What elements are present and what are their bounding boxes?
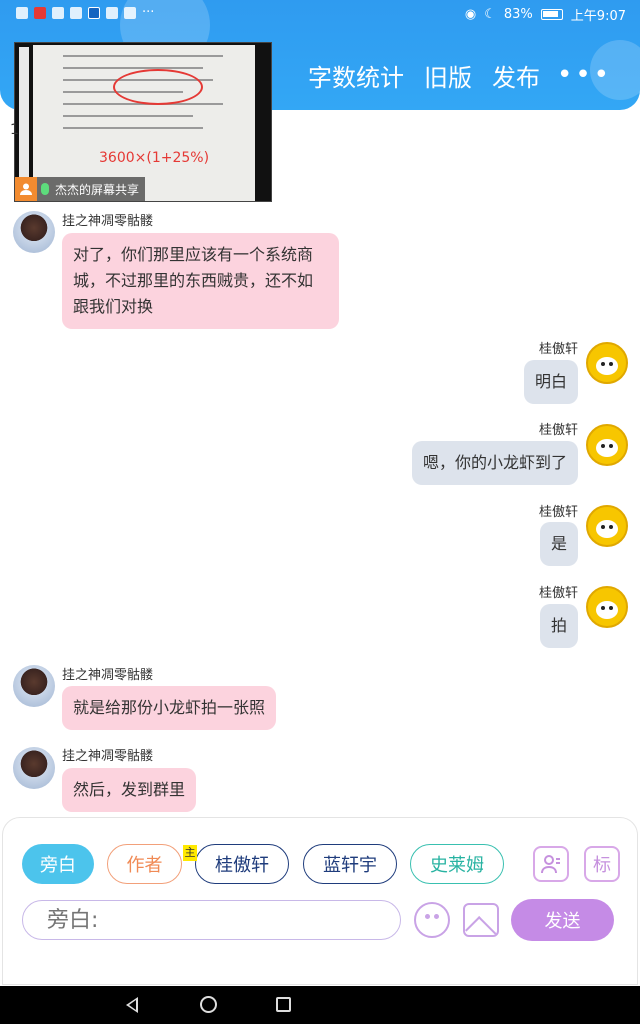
screen-share-window[interactable]: 3600×(1+25%) 杰杰的屏幕共享 [14,42,272,202]
home-icon[interactable] [200,996,217,1013]
role-gui-aoxuan-button[interactable]: 桂傲轩 [195,844,289,884]
avatar[interactable] [586,424,628,466]
share-owner-label: 杰杰的屏幕共享 [15,177,146,201]
message-bubble[interactable]: 然后，发到群里 [62,768,197,812]
message-sender: 桂傲轩 [538,586,578,601]
send-button[interactable]: 发送 [511,899,614,941]
avatar[interactable] [586,505,628,547]
message-sender: 桂傲轩 [538,505,578,520]
avatar-face [596,520,618,538]
role-author-button[interactable]: 作者 [107,844,182,884]
role-slime-button[interactable]: 史莱姆 [410,844,504,884]
message-sender: 挂之神凋零骷髅 [62,214,154,229]
avatar[interactable] [13,747,55,789]
side-mark: 1 [10,122,19,138]
mark-icon[interactable]: 标 [584,846,620,882]
message-bubble[interactable]: 是 [539,522,578,566]
avatar-face [596,601,618,619]
red-annotation-ellipse [113,69,203,105]
message-input[interactable] [22,900,401,940]
clock: 上午9:07 [570,9,626,24]
download-icon [106,6,118,19]
message-sender: 挂之神凋零骷髅 [62,749,154,764]
message-sender: 桂傲轩 [538,423,578,438]
mic-icon [34,6,46,19]
battery-icon [540,9,563,20]
microphone-icon [41,183,49,195]
cloud-icon [70,6,82,19]
header-actions: 字数统计 旧版 发布 [308,58,540,93]
message-sender: 挂之神凋零骷髅 [62,668,154,683]
worksheet-line [63,55,223,57]
handwritten-formula: 3600×(1+25%) [99,150,210,166]
message-bubble[interactable]: 明白 [523,360,578,404]
wifi-icon [16,6,28,19]
worksheet-line [63,115,193,117]
worksheet-line [63,67,203,69]
system-nav-bar [0,986,640,1024]
back-icon[interactable] [126,997,138,1013]
message-bubble[interactable]: 就是给那份小龙虾拍一张照 [62,686,277,730]
status-icons-left: ··· [16,5,154,20]
recent-apps-icon[interactable] [276,997,291,1012]
role-narrator-button[interactable]: 旁白 [22,844,94,884]
publish-button[interactable]: 发布 [492,58,540,93]
message-bubble[interactable]: 拍 [539,604,578,648]
battery-percent: 83% [503,7,533,22]
avatar[interactable] [586,342,628,384]
share-toolbar [19,47,29,197]
moon-icon: ☾ [484,7,496,22]
status-icons-right: ◉ ☾ 83% 上午9:07 [465,5,626,24]
image-icon[interactable] [463,903,499,937]
eye-icon: ◉ [464,7,477,22]
status-bar: ··· ◉ ☾ 83% 上午9:07 [0,0,640,28]
hourglass-icon [52,6,64,19]
more-notifications-icon: ··· [142,5,155,20]
character-manage-icon[interactable] [533,846,569,882]
avatar[interactable] [586,586,628,628]
avatar[interactable] [13,665,55,707]
main-character-badge: 主 [183,845,197,861]
message-sender: 桂傲轩 [538,342,578,357]
avatar[interactable] [13,211,55,253]
avatar-face [596,357,618,375]
app-notification-icon [88,6,100,19]
share-label-text: 杰杰的屏幕共享 [55,182,140,197]
worksheet-line [63,127,203,129]
emoji-icon[interactable] [414,902,450,938]
role-lan-xuanyu-button[interactable]: 蓝轩宇 [303,844,397,884]
message-bubble[interactable]: 对了，你们那里应该有一个系统商城，不过那里的东西贼贵，还不如跟我们对换 [62,233,339,329]
avatar-face [596,439,618,457]
old-version-button[interactable]: 旧版 [424,58,472,93]
upload-cloud-icon [124,6,136,19]
more-options-icon[interactable]: ••• [557,60,612,90]
message-bubble[interactable]: 嗯，你的小龙虾到了 [411,441,578,485]
user-icon [15,177,37,201]
word-count-button[interactable]: 字数统计 [308,58,404,93]
